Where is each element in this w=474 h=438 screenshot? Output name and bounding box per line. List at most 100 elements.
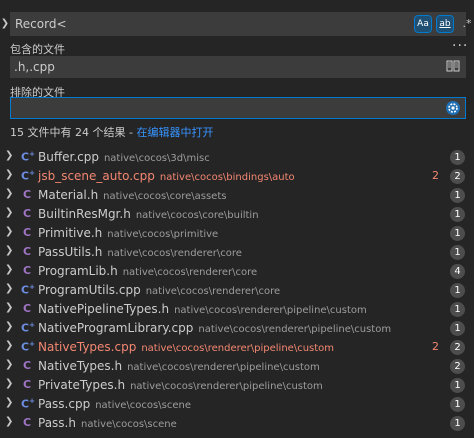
match-count-badge: 1	[450, 397, 465, 412]
cpp-file-icon: C+	[21, 321, 35, 335]
expand-chevron-icon[interactable]: ❯	[5, 302, 13, 313]
expand-chevron-icon[interactable]: ❯	[5, 378, 13, 389]
result-file-name: jsb_scene_auto.cpp native\cocos\bindings\…	[38, 169, 295, 183]
result-file-row[interactable]: ❯ C+ jsb_scene_auto.cpp native\cocos\bindin…	[0, 167, 474, 186]
match-count-badge: 1	[450, 378, 465, 393]
match-count-badge: 1	[450, 302, 465, 317]
cpp-file-icon: C+	[21, 340, 35, 354]
result-file-name: ProgramLib.h native\cocos\renderer\core	[38, 264, 258, 278]
result-file-row[interactable]: ❯ C Primitive.h native\cocos\primitive 1	[0, 224, 474, 243]
expand-chevron-icon[interactable]: ❯	[5, 150, 13, 161]
result-file-row[interactable]: ❯ C+ ProgramUtils.cpp native\cocos\renderer…	[0, 281, 474, 300]
toggle-replace-chevron-icon[interactable]: ❯	[0, 14, 10, 34]
open-in-editor-link[interactable]: 在编辑器中打开	[136, 126, 213, 139]
result-file-row[interactable]: ❯ C+ NativeTypes.cpp native\cocos\renderer\…	[0, 338, 474, 357]
match-count-badge: 2	[450, 169, 465, 184]
match-whole-word-toggle[interactable]: ab	[436, 15, 454, 33]
c-header-file-icon: C	[22, 378, 32, 391]
include-files-box	[10, 56, 466, 78]
more-options-icon[interactable]: ···	[452, 38, 468, 54]
result-file-row[interactable]: ❯ C+ NativeProgramLibrary.cpp native\cocos\…	[0, 319, 474, 338]
c-header-file-icon: C	[22, 359, 32, 372]
expand-chevron-icon[interactable]: ❯	[5, 207, 13, 218]
gear-icon[interactable]	[445, 100, 461, 116]
result-file-path: native\cocos\renderer\pipeline\custom	[174, 305, 367, 316]
result-file-path: native\cocos\renderer\core	[145, 286, 281, 297]
result-file-row[interactable]: ❯ C Pass.h native\cocos\scene 1	[0, 414, 474, 433]
use-regex-toggle[interactable]: .*	[459, 16, 474, 32]
result-file-row[interactable]: ❯ C NativeTypes.h native\cocos\renderer\pip…	[0, 357, 474, 376]
result-file-row[interactable]: ❯ C ProgramLib.h native\cocos\renderer\core…	[0, 262, 474, 281]
result-file-path: native\cocos\renderer\pipeline\custom	[130, 381, 323, 392]
cpp-file-icon: C+	[21, 169, 35, 183]
match-count-badge: 2	[450, 340, 465, 355]
search-box: Aa ab .*	[10, 12, 472, 36]
expand-chevron-icon[interactable]: ❯	[5, 416, 13, 427]
match-count-badge: 1	[450, 150, 465, 165]
expand-chevron-icon[interactable]: ❯	[5, 321, 13, 332]
result-file-path: native\cocos\renderer\pipeline\custom	[141, 343, 335, 354]
results-summary-text: 15 文件中有 24 个结果 -	[10, 126, 137, 139]
result-file-path: native\cocos\3d\misc	[103, 153, 210, 164]
c-header-file-icon: C	[22, 245, 32, 258]
expand-chevron-icon[interactable]: ❯	[5, 397, 13, 408]
expand-chevron-icon[interactable]: ❯	[5, 340, 13, 351]
result-file-path: native\cocos\renderer\pipeline\custom	[127, 362, 320, 373]
result-file-path: native\cocos\renderer\pipeline\custom	[198, 324, 392, 335]
result-file-row[interactable]: ❯ C PrivateTypes.h native\cocos\renderer\pi…	[0, 376, 474, 395]
result-file-name: Pass.h native\cocos\scene	[38, 416, 177, 430]
result-file-path: native\cocos\renderer\core	[107, 248, 242, 259]
result-file-path: native\cocos\scene	[80, 419, 177, 430]
result-file-name: Material.h native\cocos\core\assets	[38, 188, 227, 202]
result-file-name: NativePipelineTypes.h native\cocos\render…	[38, 302, 367, 316]
result-file-path: native\cocos\primitive	[107, 229, 219, 240]
match-count-badge: 1	[450, 188, 465, 203]
expand-chevron-icon[interactable]: ❯	[5, 188, 13, 199]
include-files-input[interactable]	[14, 58, 414, 76]
result-file-row[interactable]: ❯ C+ Buffer.cpp native\cocos\3d\misc 1	[0, 148, 474, 167]
cpp-file-icon: C+	[21, 283, 35, 297]
expand-chevron-icon[interactable]: ❯	[5, 283, 13, 294]
match-count-badge: 1	[450, 321, 465, 336]
result-file-row[interactable]: ❯ C BuiltinResMgr.h native\cocos\core\built…	[0, 205, 474, 224]
result-file-path: native\cocos\renderer\core	[122, 267, 258, 278]
expand-chevron-icon[interactable]: ❯	[5, 169, 13, 180]
result-file-name: NativeTypes.h native\cocos\renderer\pipel…	[38, 359, 320, 373]
expand-chevron-icon[interactable]: ❯	[5, 226, 13, 237]
cpp-file-icon: C+	[21, 397, 35, 411]
match-count-badge: 2	[450, 359, 465, 374]
include-files-label: 包含的文件	[10, 43, 65, 56]
result-file-name: Primitive.h native\cocos\primitive	[38, 226, 219, 240]
match-count-badge: 1	[450, 283, 465, 298]
search-input[interactable]	[15, 15, 395, 33]
result-file-name: PrivateTypes.h native\cocos\renderer\pipe…	[38, 378, 323, 392]
result-file-name: ProgramUtils.cpp native\cocos\renderer\co…	[38, 283, 281, 297]
match-case-toggle[interactable]: Aa	[414, 15, 432, 33]
result-file-row[interactable]: ❯ C PassUtils.h native\cocos\renderer\core 1	[0, 243, 474, 262]
result-file-path: native\cocos\core\assets	[103, 191, 227, 202]
result-file-name: NativeProgramLibrary.cpp native\cocos\ren…	[38, 321, 392, 335]
result-file-name: PassUtils.h native\cocos\renderer\core	[38, 245, 242, 259]
c-header-file-icon: C	[22, 416, 32, 429]
result-file-path: native\cocos\bindings\auto	[159, 172, 295, 183]
result-file-path: native\cocos\core\builtin	[135, 210, 259, 221]
book-icon[interactable]	[446, 59, 460, 73]
expand-chevron-icon[interactable]: ❯	[5, 245, 13, 256]
result-file-row[interactable]: ❯ C NativePipelineTypes.h native\cocos\rend…	[0, 300, 474, 319]
result-file-path: native\cocos\scene	[95, 400, 191, 411]
result-file-row[interactable]: ❯ C Material.h native\cocos\core\assets 1	[0, 186, 474, 205]
expand-chevron-icon[interactable]: ❯	[5, 264, 13, 275]
result-file-row[interactable]: ❯ C+ Pass.cpp native\cocos\scene 1	[0, 395, 474, 414]
result-file-name: Pass.cpp native\cocos\scene	[38, 397, 191, 411]
c-header-file-icon: C	[22, 207, 32, 220]
exclude-files-input[interactable]	[15, 100, 415, 118]
result-file-name: BuiltinResMgr.h native\cocos\core\builtin	[38, 207, 259, 221]
expand-chevron-icon[interactable]: ❯	[5, 359, 13, 370]
match-count-badge: 4	[450, 264, 465, 279]
c-header-file-icon: C	[22, 302, 32, 315]
exclude-files-box	[10, 97, 466, 119]
match-count-badge: 1	[450, 226, 465, 241]
result-file-name: Buffer.cpp native\cocos\3d\misc	[38, 150, 210, 164]
c-header-file-icon: C	[22, 226, 32, 239]
result-file-name: NativeTypes.cpp native\cocos\renderer\pip…	[38, 340, 335, 354]
